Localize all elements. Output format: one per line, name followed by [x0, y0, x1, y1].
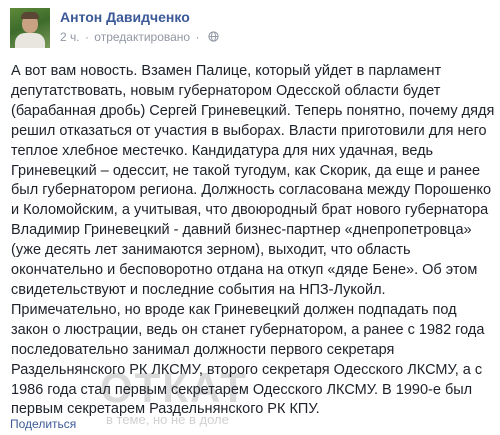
meta-separator: · [84, 30, 89, 44]
edited-label[interactable]: отредактировано [94, 30, 190, 44]
avatar-hair [21, 12, 39, 19]
facebook-post: Антон Давидченко 2 ч. · отредактировано … [0, 0, 500, 435]
globe-icon[interactable] [208, 31, 219, 45]
post-meta: 2 ч. · отредактировано · [60, 30, 219, 45]
author-name[interactable]: Антон Давидченко [60, 9, 190, 25]
meta-separator-2: · [195, 30, 200, 44]
avatar[interactable] [10, 8, 50, 48]
post-body: А вот вам новость. Взамен Палице, которы… [11, 62, 495, 420]
share-link[interactable]: Поделиться [10, 417, 76, 431]
post-time[interactable]: 2 ч. [60, 30, 80, 44]
avatar-shirt [15, 33, 45, 48]
post-text: А вот вам новость. Взамен Палице, которы… [11, 63, 495, 418]
